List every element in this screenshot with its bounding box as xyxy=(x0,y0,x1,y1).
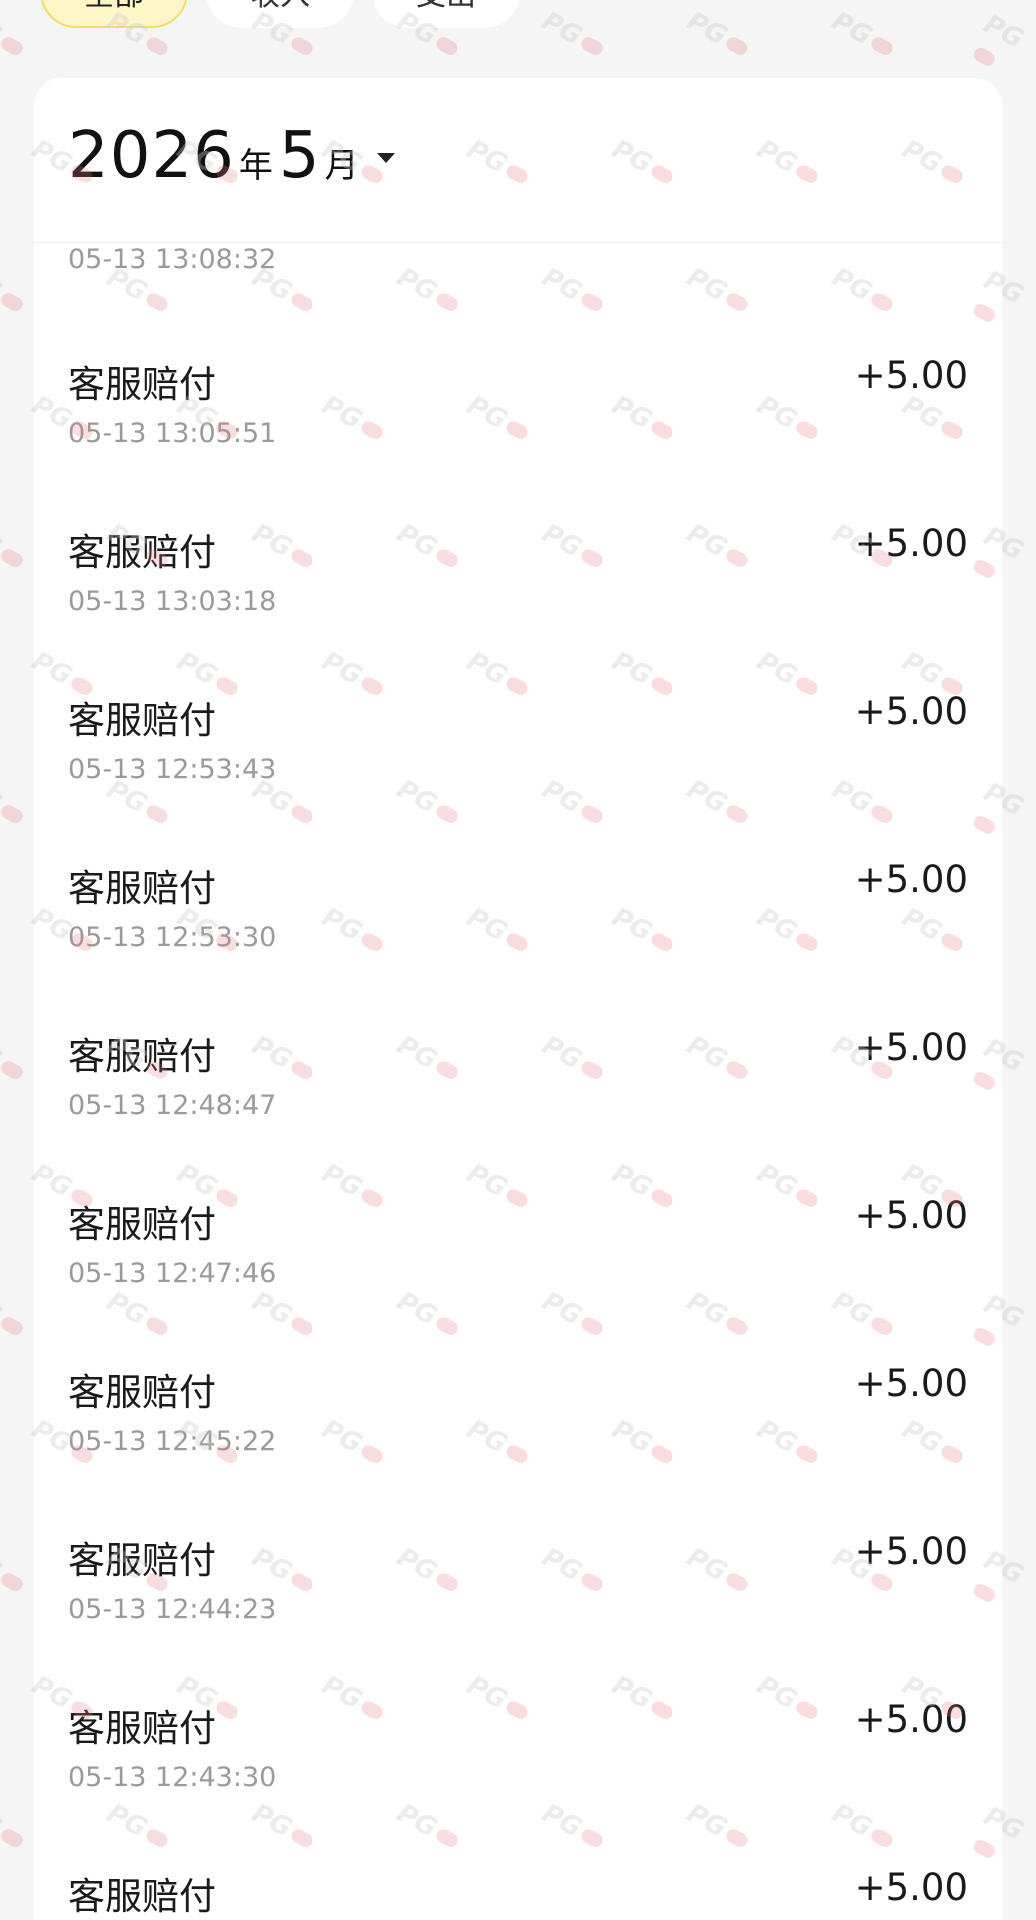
transaction-amount: +5.00 xyxy=(854,1362,968,1405)
transaction-time: 05-13 12:44:23 xyxy=(68,1594,277,1625)
watermark: PG xyxy=(0,518,30,576)
watermark: PG xyxy=(0,1030,30,1088)
transaction-row[interactable]: 客服赔付 +5.00 05-13 12:53:30 xyxy=(34,818,1002,986)
transaction-row[interactable]: 客服赔付 +5.00 05-13 12:53:43 xyxy=(34,650,1002,818)
watermark: PG xyxy=(0,1542,30,1600)
transaction-amount: +5.00 xyxy=(854,522,968,565)
transaction-title: 客服赔付 xyxy=(68,1035,216,1078)
card-header: 2026 年 5 月 xyxy=(34,78,1002,243)
transaction-row[interactable]: 客服赔付 +5.00 xyxy=(34,1826,1002,1920)
transaction-time: 05-13 13:03:18 xyxy=(68,586,277,617)
month-value: 5 xyxy=(278,119,321,193)
transaction-title: 客服赔付 xyxy=(68,699,216,742)
filter-tabs: 全部 收入 支出 xyxy=(40,0,520,28)
transaction-title: 客服赔付 xyxy=(68,1203,216,1246)
transaction-row[interactable]: 客服赔付 +5.00 05-13 12:47:46 xyxy=(34,1154,1002,1322)
transaction-title: 客服赔付 xyxy=(68,531,216,574)
transaction-list: 客服赔付 +5.00 05-13 13:05:51 客服赔付 +5.00 05-13 13… xyxy=(34,314,1002,1920)
transaction-amount: +5.00 xyxy=(854,1530,968,1573)
tab-all[interactable]: 全部 xyxy=(40,0,188,28)
transaction-row[interactable]: 客服赔付 +5.00 05-13 12:48:47 xyxy=(34,986,1002,1154)
transaction-amount: +5.00 xyxy=(854,1026,968,1069)
transaction-row[interactable]: 客服赔付 +5.00 05-13 13:03:18 xyxy=(34,482,1002,650)
transaction-amount: +5.00 xyxy=(854,1698,968,1741)
caret-down-icon xyxy=(376,153,395,163)
year-value: 2026 xyxy=(68,119,235,193)
transaction-row[interactable]: 客服赔付 +5.00 05-13 12:45:22 xyxy=(34,1322,1002,1490)
page: 全部 收入 支出 2026 年 5 月 05-13 13:08:32 客服赔付 +… xyxy=(0,0,1036,1920)
tab-expense[interactable]: 支出 xyxy=(372,0,520,28)
watermark: PG xyxy=(0,262,30,320)
transaction-title: 客服赔付 xyxy=(68,1539,216,1582)
month-unit: 月 xyxy=(324,146,359,186)
tab-income[interactable]: 收入 xyxy=(206,0,354,28)
watermark: PG xyxy=(0,6,30,64)
transaction-time: 05-13 13:05:51 xyxy=(68,418,277,449)
transaction-time: 05-13 12:48:47 xyxy=(68,1090,277,1121)
transaction-row[interactable]: 客服赔付 +5.00 05-13 12:43:30 xyxy=(34,1658,1002,1826)
watermark: PG xyxy=(682,6,755,64)
transaction-title: 客服赔付 xyxy=(68,1707,216,1750)
transaction-time: 05-13 12:45:22 xyxy=(68,1426,277,1457)
transaction-title: 客服赔付 xyxy=(68,1875,216,1918)
transaction-title: 客服赔付 xyxy=(68,1371,216,1414)
transactions-card: 2026 年 5 月 05-13 13:08:32 客服赔付 +5.00 05-13… xyxy=(34,78,1002,1920)
month-picker[interactable]: 2026 年 5 月 xyxy=(68,124,395,188)
partial-row-time: 05-13 13:08:32 xyxy=(68,244,277,275)
transaction-time: 05-13 12:53:43 xyxy=(68,754,277,785)
transaction-title: 客服赔付 xyxy=(68,363,216,406)
transaction-time: 05-13 12:47:46 xyxy=(68,1258,277,1289)
transaction-time: 05-13 12:43:30 xyxy=(68,1762,277,1793)
watermark: PG xyxy=(0,774,30,832)
year-unit: 年 xyxy=(238,146,273,186)
transaction-amount: +5.00 xyxy=(854,1194,968,1237)
transaction-row[interactable]: 客服赔付 +5.00 05-13 12:44:23 xyxy=(34,1490,1002,1658)
watermark: PG xyxy=(0,1798,30,1856)
transaction-title: 客服赔付 xyxy=(68,867,216,910)
transaction-amount: +5.00 xyxy=(854,858,968,901)
transaction-amount: +5.00 xyxy=(854,1866,968,1909)
transaction-time: 05-13 12:53:30 xyxy=(68,922,277,953)
watermark: PG xyxy=(537,6,610,64)
transaction-amount: +5.00 xyxy=(854,354,968,397)
watermark: PG xyxy=(0,1286,30,1344)
watermark: PG xyxy=(827,6,900,64)
transaction-row[interactable]: 客服赔付 +5.00 05-13 13:05:51 xyxy=(34,314,1002,482)
transaction-amount: +5.00 xyxy=(854,690,968,733)
